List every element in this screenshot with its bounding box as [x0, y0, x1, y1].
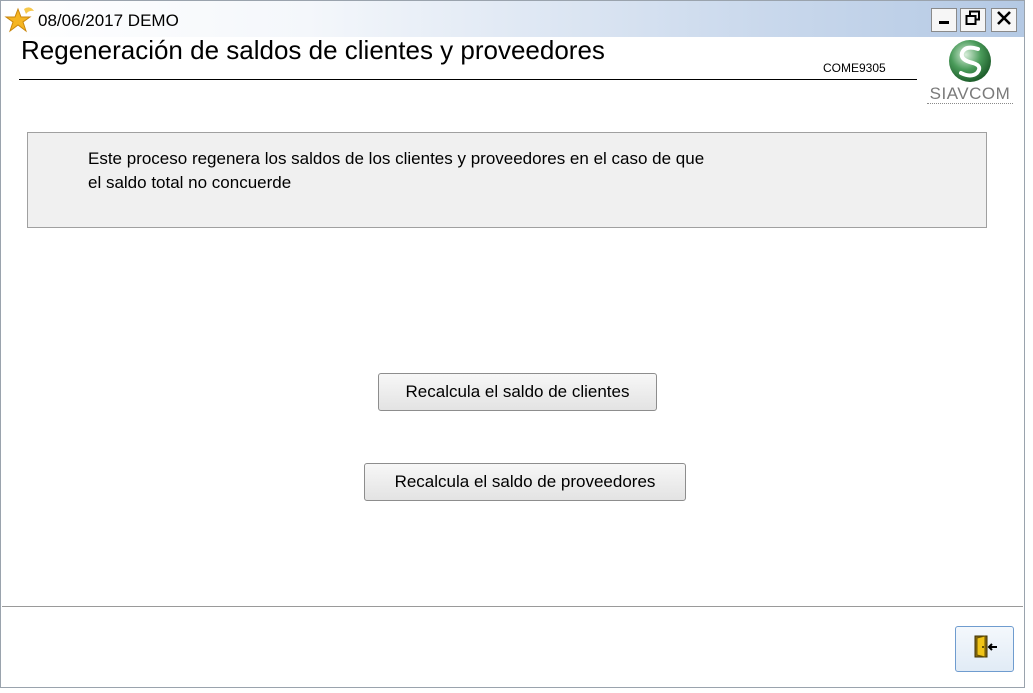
info-line-1: Este proceso regenera los saldos de los …: [88, 149, 705, 168]
info-line-2: el saldo total no concuerde: [88, 173, 292, 192]
recalc-proveedores-button[interactable]: Recalcula el saldo de proveedores: [364, 463, 686, 501]
restore-button[interactable]: [960, 8, 986, 32]
form-code: COME9305: [823, 61, 886, 75]
info-text: Este proceso regenera los saldos de los …: [88, 147, 828, 195]
siavcom-logo: SIAVCOM: [921, 39, 1019, 107]
title-bar[interactable]: 08/06/2017 DEMO: [1, 1, 1024, 37]
star-fairy-icon: [4, 5, 36, 35]
logo-text: SIAVCOM: [929, 84, 1011, 103]
info-panel: Este proceso regenera los saldos de los …: [27, 132, 987, 228]
recalc-clientes-button[interactable]: Recalcula el saldo de clientes: [378, 373, 657, 411]
window-title: 08/06/2017 DEMO: [38, 11, 179, 30]
footer-divider: [2, 606, 1023, 607]
minimize-button[interactable]: [931, 8, 957, 32]
logo-underline: [927, 103, 1013, 107]
title-divider: [19, 79, 917, 80]
exit-door-icon: [971, 634, 999, 665]
close-icon: [996, 10, 1012, 31]
page-title: Regeneración de saldos de clientes y pro…: [21, 35, 605, 65]
minimize-icon: [937, 11, 951, 30]
exit-button[interactable]: [955, 626, 1014, 672]
app-window: 08/06/2017 DEMO Regeneración de saldos d…: [0, 0, 1025, 688]
restore-icon: [965, 10, 981, 31]
close-button[interactable]: [991, 8, 1017, 32]
